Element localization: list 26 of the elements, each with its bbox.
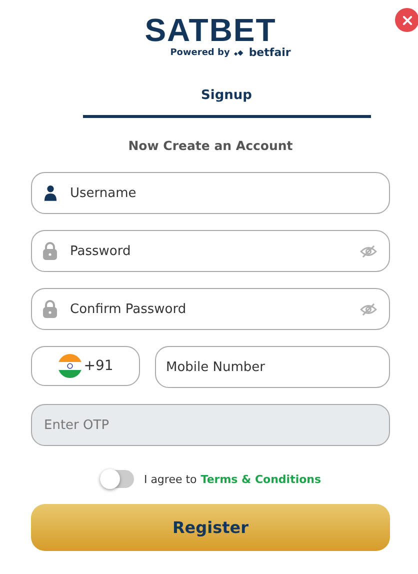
toggle-switch[interactable] (100, 470, 134, 488)
tagline: Powered by (170, 48, 230, 58)
country-code-button[interactable]: +91 (31, 346, 140, 386)
lock-icon (42, 299, 58, 319)
close-button[interactable] (395, 8, 418, 32)
field-input[interactable]: Mobile Number (166, 360, 377, 374)
field-input[interactable]: Username (70, 186, 377, 200)
eye-slash-icon[interactable] (360, 302, 377, 316)
input-field[interactable]: Mobile Number (155, 346, 390, 388)
input-field[interactable]: Confirm Password (31, 288, 390, 330)
close-icon[interactable] (402, 16, 412, 24)
field-input[interactable]: Confirm Password (70, 302, 348, 316)
agree-text: I agree to (144, 472, 197, 486)
input-field[interactable]: Username (31, 172, 390, 214)
form-heading: Now Create an Account (127, 138, 294, 153)
signup-tab[interactable]: Signup (82, 80, 370, 118)
eye-slash-icon[interactable] (360, 244, 377, 258)
flag-icon (58, 354, 82, 378)
lock-icon (42, 241, 58, 261)
partner-logo: betfair (248, 46, 291, 59)
register-button[interactable]: Register (31, 504, 390, 551)
brand-logo: SATBET (144, 14, 276, 46)
input-field[interactable]: Password (31, 230, 390, 272)
field-input[interactable]: Password (70, 244, 348, 258)
diamond-icon (234, 48, 245, 56)
user-icon (42, 184, 58, 202)
